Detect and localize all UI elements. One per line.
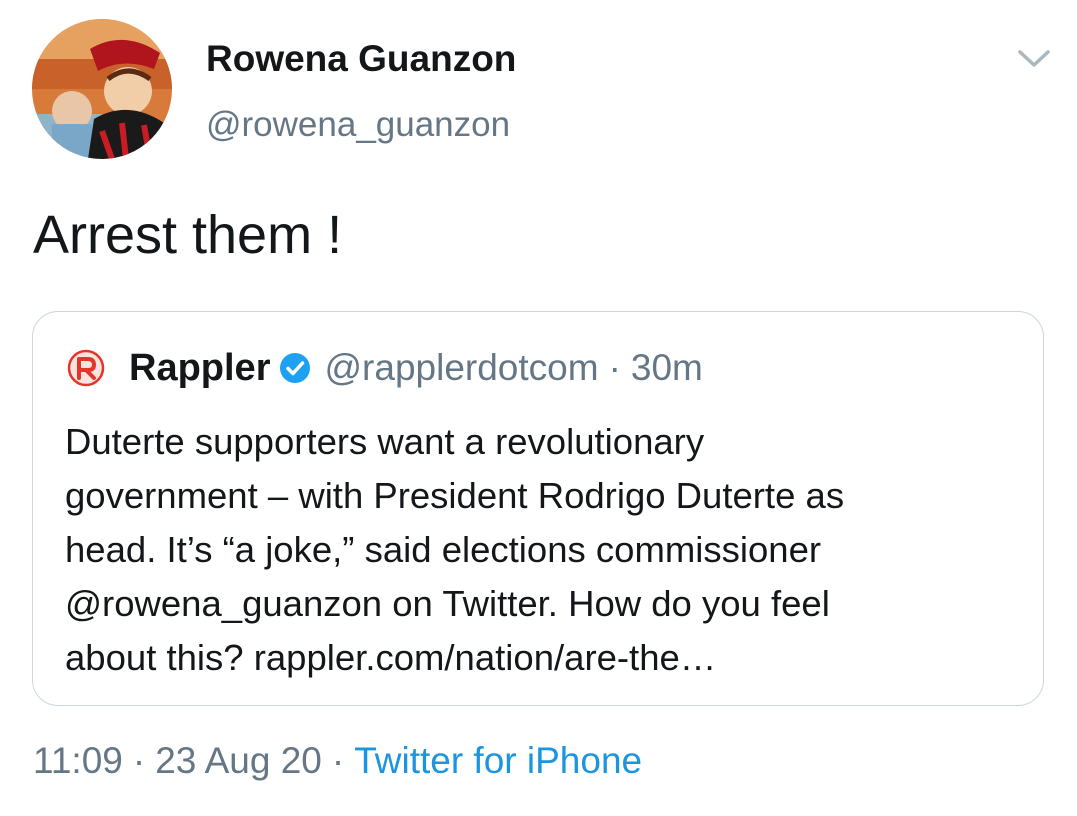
tweet-source-link[interactable]: Twitter for iPhone — [354, 740, 642, 781]
quoted-tweet-card[interactable]: Rappler @rapplerdotcom · 30m Duterte sup… — [32, 311, 1044, 706]
tweet-time[interactable]: 11:09 — [33, 740, 123, 781]
header-separator: · — [608, 347, 621, 388]
author-name[interactable]: Rowena Guanzon — [206, 38, 516, 80]
tweet-text: Arrest them ! — [33, 205, 343, 265]
footer-separator: · — [132, 740, 146, 781]
quoted-tweet-time[interactable]: 30m — [631, 347, 703, 389]
tweet-date[interactable]: 23 Aug 20 — [155, 740, 322, 781]
quoted-tweet-text: Duterte supporters want a revolutionary … — [65, 415, 1025, 685]
quoted-tweet-header: Rappler @rapplerdotcom · 30m — [67, 345, 703, 391]
verified-badge-icon — [278, 351, 312, 385]
footer-separator: · — [331, 740, 345, 781]
author-handle[interactable]: @rowena_guanzon — [206, 105, 510, 145]
quoted-author-name[interactable]: Rappler — [129, 347, 270, 390]
quoted-author-handle[interactable]: @rapplerdotcom — [324, 347, 598, 389]
chevron-down-icon[interactable] — [1014, 44, 1054, 72]
avatar-image — [32, 19, 172, 159]
quoted-text-line: Duterte supporters want a revolutionary — [65, 421, 705, 462]
quoted-text-line: about this? rappler.com/nation/are-the… — [65, 637, 717, 678]
tweet-footer: 11:09 · 23 Aug 20 · Twitter for iPhone — [33, 740, 642, 782]
quoted-text-line: head. It’s “a joke,” said elections comm… — [65, 529, 822, 570]
quoted-text-line: government – with President Rodrigo Dute… — [65, 475, 845, 516]
rappler-logo-icon — [67, 349, 105, 387]
author-avatar[interactable] — [32, 19, 172, 159]
quoted-text-line: @rowena_guanzon on Twitter. How do you f… — [65, 583, 830, 624]
